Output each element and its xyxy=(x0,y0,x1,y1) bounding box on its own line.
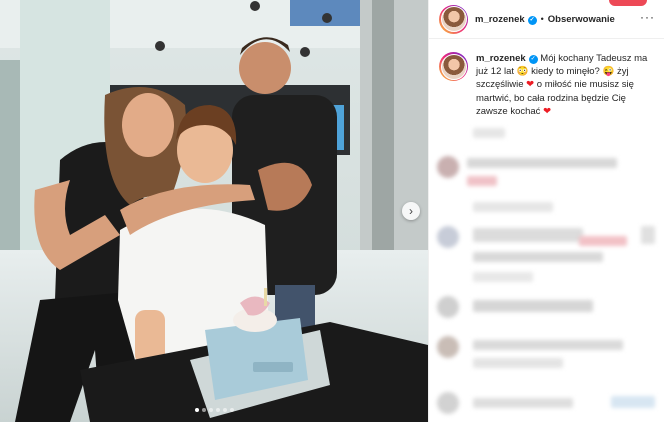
post-caption: m_rozenek ✓ Mój kochany Tadeusz ma już 12… xyxy=(439,52,659,118)
caption-text: m_rozenek ✓ Mój kochany Tadeusz ma już 12… xyxy=(476,53,648,117)
carousel-dot xyxy=(195,408,199,412)
following-button[interactable]: Obserwowanie xyxy=(548,14,615,25)
verified-badge-icon: ✓ xyxy=(527,15,537,25)
carousel-dot xyxy=(230,408,234,412)
carousel-dot xyxy=(216,408,220,412)
caption-username[interactable]: m_rozenek xyxy=(476,53,526,64)
caption-avatar[interactable] xyxy=(439,52,468,81)
post-sidebar: m_rozenek ✓ • Obserwowanie ··· m_rozenek ✓… xyxy=(428,0,664,422)
username-link[interactable]: m_rozenek ✓ xyxy=(475,14,537,25)
face-emoji-icon: 😳 xyxy=(516,66,529,78)
header-separator: • xyxy=(540,14,544,24)
verified-badge-icon: ✓ xyxy=(528,55,538,64)
post-photo[interactable]: › xyxy=(0,0,428,422)
carousel-dot xyxy=(202,408,206,412)
carousel-dot xyxy=(209,408,213,412)
more-options-icon[interactable]: ··· xyxy=(640,10,655,24)
next-slide-button[interactable]: › xyxy=(402,202,420,220)
post-header: m_rozenek ✓ • Obserwowanie ··· xyxy=(429,0,664,38)
carousel-dot xyxy=(223,408,227,412)
instagram-post: › m_rozenek ✓ • Obserwowanie ··· m_rozene… xyxy=(0,0,664,422)
wink-emoji-icon: 😜 xyxy=(602,66,615,78)
avatar[interactable] xyxy=(439,4,468,34)
divider xyxy=(429,38,664,39)
heart-emoji-icon: ❤ xyxy=(526,79,535,91)
heart-emoji-icon: ❤ xyxy=(543,105,552,117)
carousel-indicator xyxy=(195,408,234,412)
family-photo-image xyxy=(0,0,428,422)
chevron-right-icon: › xyxy=(409,204,413,218)
